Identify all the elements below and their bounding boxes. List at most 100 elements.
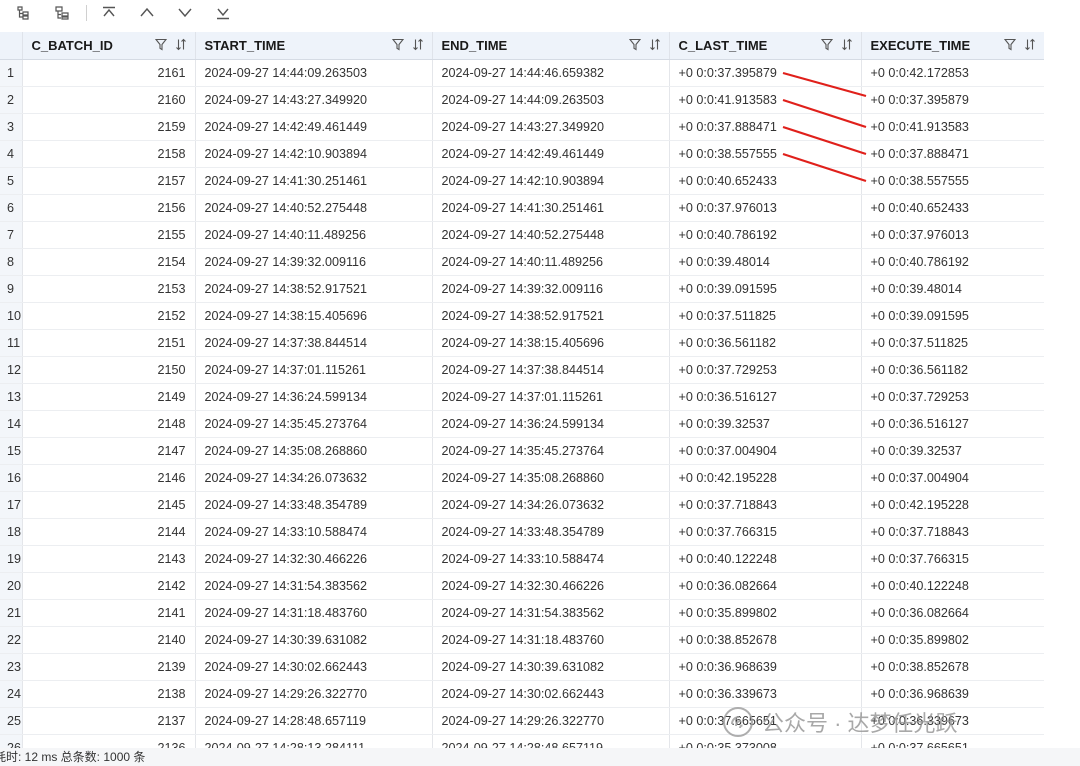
start-time-cell[interactable]: 2024-09-27 14:30:39.631082 bbox=[195, 626, 433, 654]
start-time-cell[interactable]: 2024-09-27 14:35:08.268860 bbox=[195, 437, 433, 465]
c-batch-id-cell[interactable]: 2151 bbox=[22, 329, 196, 357]
c-batch-id-cell[interactable]: 2141 bbox=[22, 599, 196, 627]
table-row[interactable]: 6 2156 2024-09-27 14:40:52.275448 2024-09-2… bbox=[0, 194, 1044, 222]
c-batch-id-cell[interactable]: 2161 bbox=[22, 59, 196, 87]
c-batch-id-cell[interactable]: 2142 bbox=[22, 572, 196, 600]
c-batch-id-cell[interactable]: 2144 bbox=[22, 518, 196, 546]
end-time-cell[interactable]: 2024-09-27 14:38:15.405696 bbox=[432, 329, 670, 357]
sort-icon[interactable] bbox=[175, 38, 187, 51]
c-last-time-cell[interactable]: +0 0:0:37.729253 bbox=[669, 356, 862, 384]
c-batch-id-cell[interactable]: 2150 bbox=[22, 356, 196, 384]
c-last-time-cell[interactable]: +0 0:0:37.004904 bbox=[669, 437, 862, 465]
execute-time-cell[interactable]: +0 0:0:40.122248 bbox=[861, 572, 1044, 600]
start-time-cell[interactable]: 2024-09-27 14:40:52.275448 bbox=[195, 194, 433, 222]
table-row[interactable]: 15 2147 2024-09-27 14:35:08.268860 2024-09-… bbox=[0, 437, 1044, 465]
end-time-cell[interactable]: 2024-09-27 14:33:48.354789 bbox=[432, 518, 670, 546]
execute-time-cell[interactable]: +0 0:0:37.766315 bbox=[861, 545, 1044, 573]
table-row[interactable]: 22 2140 2024-09-27 14:30:39.631082 2024-09-… bbox=[0, 626, 1044, 654]
sort-icon[interactable] bbox=[1024, 38, 1036, 51]
c-batch-id-cell[interactable]: 2137 bbox=[22, 707, 196, 735]
start-time-cell[interactable]: 2024-09-27 14:30:02.662443 bbox=[195, 653, 433, 681]
table-row[interactable]: 4 2158 2024-09-27 14:42:10.903894 2024-09-2… bbox=[0, 140, 1044, 168]
c-batch-id-cell[interactable]: 2158 bbox=[22, 140, 196, 168]
execute-time-cell[interactable]: +0 0:0:35.899802 bbox=[861, 626, 1044, 654]
c-batch-id-cell[interactable]: 2136 bbox=[22, 734, 196, 748]
table-row[interactable]: 8 2154 2024-09-27 14:39:32.009116 2024-09-2… bbox=[0, 248, 1044, 276]
table-row[interactable]: 18 2144 2024-09-27 14:33:10.588474 2024-09-… bbox=[0, 518, 1044, 546]
table-row[interactable]: 13 2149 2024-09-27 14:36:24.599134 2024-09-… bbox=[0, 383, 1044, 411]
start-time-cell[interactable]: 2024-09-27 14:41:30.251461 bbox=[195, 167, 433, 195]
table-row[interactable]: 21 2141 2024-09-27 14:31:18.483760 2024-09-… bbox=[0, 599, 1044, 627]
execute-time-cell[interactable]: +0 0:0:42.195228 bbox=[861, 491, 1044, 519]
first-record-icon[interactable] bbox=[97, 2, 121, 24]
start-time-cell[interactable]: 2024-09-27 14:43:27.349920 bbox=[195, 86, 433, 114]
execute-time-cell[interactable]: +0 0:0:38.852678 bbox=[861, 653, 1044, 681]
start-time-cell[interactable]: 2024-09-27 14:31:18.483760 bbox=[195, 599, 433, 627]
end-time-cell[interactable]: 2024-09-27 14:38:52.917521 bbox=[432, 302, 670, 330]
table-row[interactable]: 16 2146 2024-09-27 14:34:26.073632 2024-09-… bbox=[0, 464, 1044, 492]
execute-time-cell[interactable]: +0 0:0:37.511825 bbox=[861, 329, 1044, 357]
c-last-time-cell[interactable]: +0 0:0:41.913583 bbox=[669, 86, 862, 114]
end-time-cell[interactable]: 2024-09-27 14:30:39.631082 bbox=[432, 653, 670, 681]
start-time-cell[interactable]: 2024-09-27 14:33:10.588474 bbox=[195, 518, 433, 546]
c-batch-id-cell[interactable]: 2146 bbox=[22, 464, 196, 492]
end-time-cell[interactable]: 2024-09-27 14:28:48.657119 bbox=[432, 734, 670, 748]
table-row[interactable]: 20 2142 2024-09-27 14:31:54.383562 2024-09-… bbox=[0, 572, 1044, 600]
start-time-cell[interactable]: 2024-09-27 14:32:30.466226 bbox=[195, 545, 433, 573]
end-time-cell[interactable]: 2024-09-27 14:31:18.483760 bbox=[432, 626, 670, 654]
c-batch-id-cell[interactable]: 2149 bbox=[22, 383, 196, 411]
end-time-cell[interactable]: 2024-09-27 14:35:08.268860 bbox=[432, 464, 670, 492]
table-row[interactable]: 2 2160 2024-09-27 14:43:27.349920 2024-09-2… bbox=[0, 86, 1044, 114]
c-last-time-cell[interactable]: +0 0:0:37.888471 bbox=[669, 113, 862, 141]
end-time-cell[interactable]: 2024-09-27 14:37:38.844514 bbox=[432, 356, 670, 384]
filter-icon[interactable] bbox=[628, 38, 641, 51]
execute-time-cell[interactable]: +0 0:0:37.729253 bbox=[861, 383, 1044, 411]
start-time-cell[interactable]: 2024-09-27 14:29:26.322770 bbox=[195, 680, 433, 708]
table-row[interactable]: 10 2152 2024-09-27 14:38:15.405696 2024-09-… bbox=[0, 302, 1044, 330]
tree-view-icon[interactable] bbox=[12, 2, 36, 24]
next-record-icon[interactable] bbox=[173, 2, 197, 24]
c-batch-id-cell[interactable]: 2138 bbox=[22, 680, 196, 708]
column-header-c-batch-id[interactable]: C_BATCH_ID bbox=[22, 32, 196, 60]
c-batch-id-cell[interactable]: 2147 bbox=[22, 437, 196, 465]
start-time-cell[interactable]: 2024-09-27 14:42:49.461449 bbox=[195, 113, 433, 141]
end-time-cell[interactable]: 2024-09-27 14:35:45.273764 bbox=[432, 437, 670, 465]
c-last-time-cell[interactable]: +0 0:0:42.195228 bbox=[669, 464, 862, 492]
column-header-c-last-time[interactable]: C_LAST_TIME bbox=[669, 32, 862, 60]
execute-time-cell[interactable]: +0 0:0:40.652433 bbox=[861, 194, 1044, 222]
end-time-cell[interactable]: 2024-09-27 14:44:09.263503 bbox=[432, 86, 670, 114]
execute-time-cell[interactable]: +0 0:0:40.786192 bbox=[861, 248, 1044, 276]
end-time-cell[interactable]: 2024-09-27 14:32:30.466226 bbox=[432, 572, 670, 600]
end-time-cell[interactable]: 2024-09-27 14:42:10.903894 bbox=[432, 167, 670, 195]
c-last-time-cell[interactable]: +0 0:0:36.561182 bbox=[669, 329, 862, 357]
execute-time-cell[interactable]: +0 0:0:38.557555 bbox=[861, 167, 1044, 195]
end-time-cell[interactable]: 2024-09-27 14:43:27.349920 bbox=[432, 113, 670, 141]
end-time-cell[interactable]: 2024-09-27 14:34:26.073632 bbox=[432, 491, 670, 519]
start-time-cell[interactable]: 2024-09-27 14:37:38.844514 bbox=[195, 329, 433, 357]
c-last-time-cell[interactable]: +0 0:0:39.091595 bbox=[669, 275, 862, 303]
start-time-cell[interactable]: 2024-09-27 14:38:52.917521 bbox=[195, 275, 433, 303]
c-last-time-cell[interactable]: +0 0:0:37.766315 bbox=[669, 518, 862, 546]
c-batch-id-cell[interactable]: 2140 bbox=[22, 626, 196, 654]
end-time-cell[interactable]: 2024-09-27 14:44:46.659382 bbox=[432, 59, 670, 87]
previous-record-icon[interactable] bbox=[135, 2, 159, 24]
table-row[interactable]: 7 2155 2024-09-27 14:40:11.489256 2024-09-2… bbox=[0, 221, 1044, 249]
start-time-cell[interactable]: 2024-09-27 14:34:26.073632 bbox=[195, 464, 433, 492]
execute-time-cell[interactable]: +0 0:0:39.32537 bbox=[861, 437, 1044, 465]
column-header-end-time[interactable]: END_TIME bbox=[432, 32, 670, 60]
c-batch-id-cell[interactable]: 2157 bbox=[22, 167, 196, 195]
start-time-cell[interactable]: 2024-09-27 14:28:13.284111 bbox=[195, 734, 433, 748]
c-batch-id-cell[interactable]: 2154 bbox=[22, 248, 196, 276]
c-last-time-cell[interactable]: +0 0:0:40.122248 bbox=[669, 545, 862, 573]
end-time-cell[interactable]: 2024-09-27 14:39:32.009116 bbox=[432, 275, 670, 303]
c-batch-id-cell[interactable]: 2139 bbox=[22, 653, 196, 681]
start-time-cell[interactable]: 2024-09-27 14:36:24.599134 bbox=[195, 383, 433, 411]
end-time-cell[interactable]: 2024-09-27 14:41:30.251461 bbox=[432, 194, 670, 222]
execute-time-cell[interactable]: +0 0:0:36.561182 bbox=[861, 356, 1044, 384]
sort-icon[interactable] bbox=[412, 38, 424, 51]
table-row[interactable]: 14 2148 2024-09-27 14:35:45.273764 2024-09-… bbox=[0, 410, 1044, 438]
sort-icon[interactable] bbox=[649, 38, 661, 51]
last-record-icon[interactable] bbox=[211, 2, 235, 24]
c-last-time-cell[interactable]: +0 0:0:36.082664 bbox=[669, 572, 862, 600]
end-time-cell[interactable]: 2024-09-27 14:37:01.115261 bbox=[432, 383, 670, 411]
